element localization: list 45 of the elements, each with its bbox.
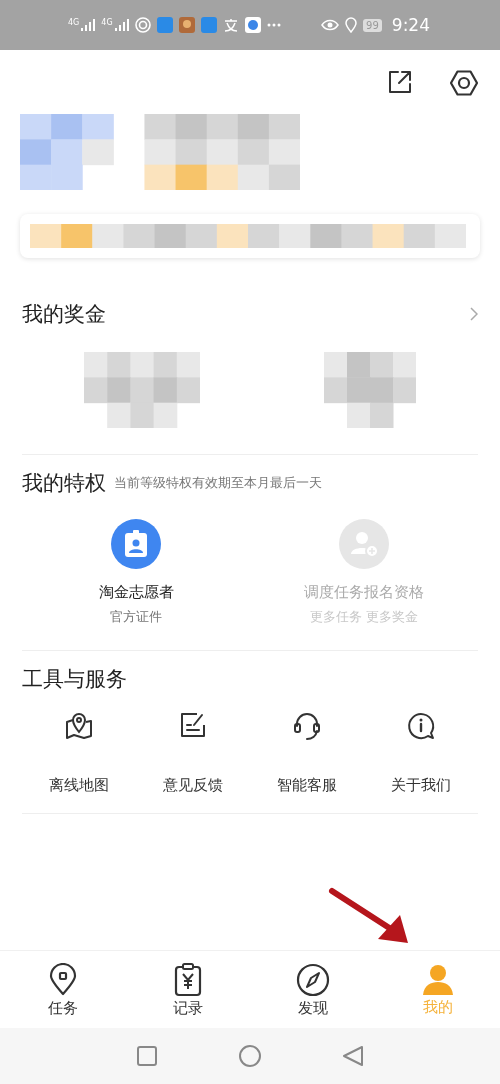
battery-level: 99 [363, 18, 382, 32]
privilege-name: 调度任务报名资格 [304, 583, 424, 602]
clipboard-yen-icon [172, 962, 203, 997]
translate-icon [222, 17, 239, 33]
network-label: 4G [68, 18, 80, 27]
section-title: 我的特权 [22, 470, 106, 497]
recents-button[interactable] [136, 1045, 158, 1067]
hotspot-icon [134, 17, 151, 33]
chevron-right-icon[interactable] [470, 307, 478, 321]
section-title: 工具与服务 [22, 666, 127, 693]
map-pin-icon [63, 711, 95, 741]
settings-icon[interactable] [450, 70, 478, 96]
share-icon[interactable] [388, 70, 412, 94]
tool-button[interactable]: 意见反馈 [136, 711, 250, 795]
headset-icon [292, 711, 322, 741]
more-icon [266, 23, 281, 27]
edit-note-icon [179, 711, 207, 739]
network-label: 4G [101, 18, 113, 27]
tab[interactable]: 任务 [0, 951, 125, 1029]
privilege-description: 官方证件 [110, 608, 162, 626]
person-icon [421, 963, 454, 996]
signal-icon [81, 19, 96, 31]
home-button[interactable] [238, 1044, 262, 1068]
tool-button[interactable]: 离线地图 [22, 711, 136, 795]
location-pin-icon [47, 962, 78, 997]
tool-button[interactable]: 智能客服 [250, 711, 364, 795]
add-user-icon [339, 519, 389, 569]
browser-notification-icon [244, 17, 261, 33]
app-notification-icon [200, 17, 217, 33]
id-badge-icon [111, 519, 161, 569]
tool-button[interactable]: 关于我们 [364, 711, 478, 795]
tab[interactable]: 发现 [250, 951, 375, 1029]
location-icon [345, 17, 358, 33]
clock-time: 9:24 [391, 15, 430, 35]
section-note: 当前等级特权有效期至本月最后一天 [114, 474, 322, 492]
info-bubble-icon [406, 711, 436, 741]
privilege-name: 淘金志愿者 [98, 583, 174, 602]
tab[interactable]: 记录 [125, 951, 250, 1029]
back-button[interactable] [342, 1045, 364, 1067]
signal-icon [114, 19, 129, 31]
game-notification-icon [178, 17, 195, 33]
app-notification-icon [156, 17, 173, 33]
section-title: 我的奖金 [22, 301, 106, 328]
compass-icon [295, 962, 330, 997]
eye-icon [321, 19, 340, 31]
